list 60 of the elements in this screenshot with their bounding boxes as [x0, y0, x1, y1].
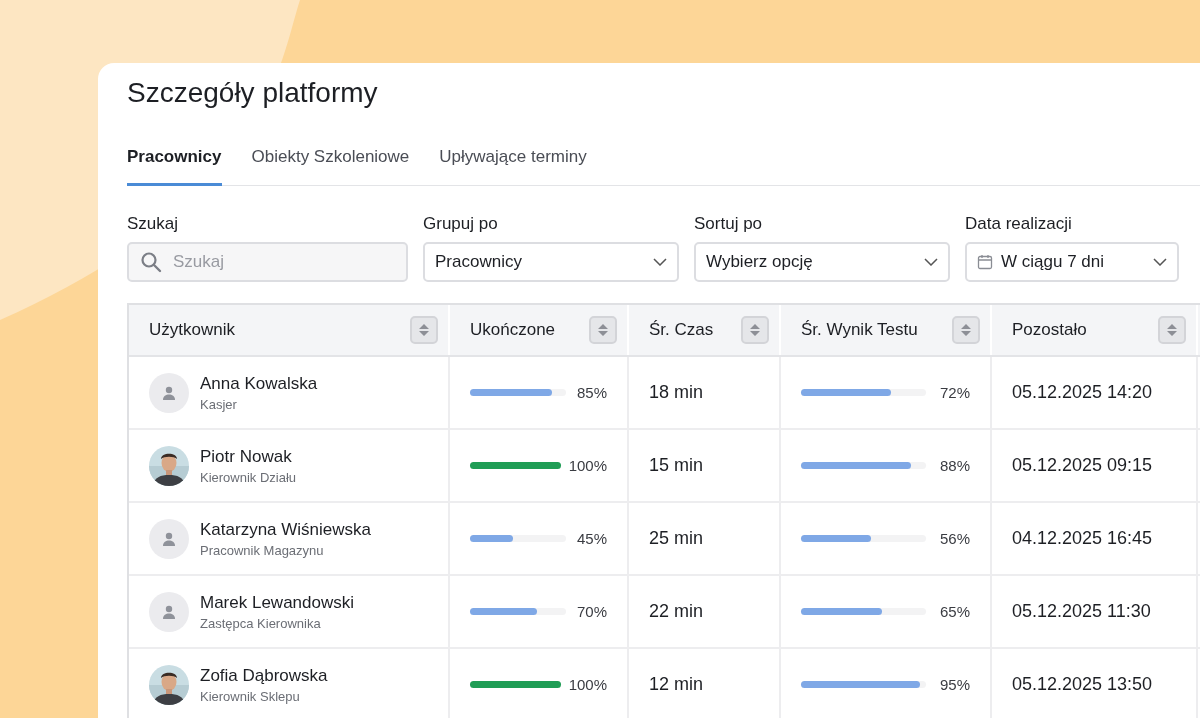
- sort-icon[interactable]: [741, 316, 769, 344]
- user-role: Kasjer: [200, 396, 238, 412]
- dropdown[interactable]: Wybierz opcję: [694, 242, 950, 282]
- tab[interactable]: Upływające terminy: [439, 141, 587, 186]
- percent-text: 56%: [939, 530, 970, 547]
- column-header[interactable]: Ukończone: [450, 305, 629, 355]
- dropdown[interactable]: Pracownicy: [423, 242, 679, 282]
- column-header[interactable]: Pozostało: [992, 305, 1198, 355]
- table-cell: 04.12.2025 16:45: [1012, 528, 1153, 549]
- search-field[interactable]: Szukaj: [127, 242, 408, 282]
- chevron-down-icon: [1153, 258, 1167, 266]
- table-cell: 22 min: [649, 601, 704, 622]
- column-header[interactable]: Użytkownik: [129, 305, 450, 355]
- sort-icon[interactable]: [952, 316, 980, 344]
- user-name: Marek Lewandowski: [200, 592, 354, 613]
- user-role: Pracownik Magazynu: [200, 542, 325, 558]
- column-header[interactable]: Śr. Wynik Testu: [781, 305, 992, 355]
- user-name: Anna Kowalska: [200, 373, 318, 394]
- avatar-icon: [149, 591, 189, 632]
- user-name: Piotr Nowak: [200, 446, 293, 467]
- filter-label: Szukaj: [127, 214, 180, 234]
- tab[interactable]: Pracownicy: [127, 141, 222, 186]
- column-header[interactable]: Śr. Czas: [629, 305, 781, 355]
- avatar-icon: [149, 372, 189, 413]
- calendar-icon: [977, 254, 993, 270]
- percent-text: 88%: [939, 457, 970, 474]
- table-cell: 05.12.2025 11:30: [1012, 601, 1151, 622]
- page-title: Szczegóły platformy: [127, 76, 379, 110]
- percent-text: 100%: [568, 676, 607, 693]
- table-cell: 25 min: [649, 528, 704, 549]
- table-cell: 05.12.2025 09:15: [1012, 455, 1153, 476]
- user-name: Zofia Dąbrowska: [200, 665, 328, 686]
- dropdown[interactable]: W ciągu 7 dni: [965, 242, 1179, 282]
- table-cell: 18 min: [649, 382, 704, 403]
- filter-label: Data realizacji: [965, 214, 1073, 234]
- percent-text: 65%: [939, 603, 970, 620]
- sort-icon[interactable]: [589, 316, 617, 344]
- user-role: Zastępca Kierownika: [200, 615, 322, 631]
- user-name: Katarzyna Wiśniewska: [200, 519, 371, 540]
- user-role: Kierownik Sklepu: [200, 688, 301, 704]
- percent-text: 72%: [939, 384, 970, 401]
- chevron-down-icon: [653, 258, 667, 266]
- avatar-icon: [149, 518, 189, 559]
- sort-icon[interactable]: [1158, 316, 1186, 344]
- filter-label: Sortuj po: [694, 214, 764, 234]
- percent-text: 100%: [568, 457, 607, 474]
- tab[interactable]: Obiekty Szkoleniowe: [251, 141, 410, 186]
- search-icon: [140, 251, 162, 273]
- sort-icon[interactable]: [410, 316, 438, 344]
- percent-text: 95%: [939, 676, 970, 693]
- percent-text: 70%: [576, 603, 607, 620]
- chevron-down-icon: [924, 258, 938, 266]
- table-cell: 05.12.2025 14:20: [1012, 382, 1153, 403]
- filter-label: Grupuj po: [423, 214, 499, 234]
- user-role: Kierownik Działu: [200, 469, 297, 485]
- percent-text: 85%: [576, 384, 607, 401]
- table-cell: 12 min: [649, 674, 704, 695]
- table-cell: 15 min: [649, 455, 704, 476]
- percent-text: 45%: [576, 530, 607, 547]
- table-cell: 05.12.2025 13:50: [1012, 674, 1153, 695]
